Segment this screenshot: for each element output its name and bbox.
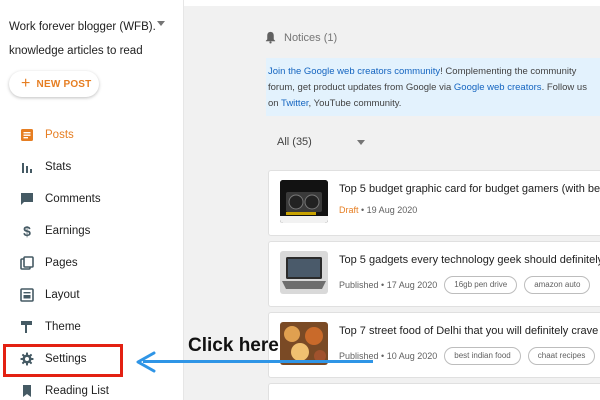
new-post-label: NEW POST [36,78,92,90]
layout-icon [20,288,34,302]
post-label-chip[interactable]: amazon auto [524,276,591,294]
post-status: Published [339,280,379,290]
comments-icon [20,192,34,206]
sidebar-item-label: Posts [45,129,74,141]
post-list-item[interactable] [268,383,600,400]
sidebar-item-posts[interactable]: Posts [0,119,184,151]
chevron-down-icon [356,139,365,145]
post-date: 19 Aug 2020 [366,205,418,215]
sidebar-item-layout[interactable]: Layout [0,279,184,311]
sidebar-item-pages[interactable]: Pages [0,247,184,279]
plus-icon: + [21,75,31,92]
google-web-creators-link[interactable]: Google web creators [454,82,542,93]
sidebar-item-stats[interactable]: Stats [0,151,184,183]
post-list-item[interactable]: Top 7 street food of Delhi that you will… [268,312,600,378]
dollar-icon: $ [23,223,31,239]
sidebar-item-earnings[interactable]: $ Earnings [0,215,184,247]
sidebar-item-label: Reading List [45,385,109,397]
top-bar [184,0,600,6]
pages-icon [20,256,34,270]
sidebar-item-label: Earnings [45,225,91,237]
click-here-annotation: Click here [188,335,279,356]
posts-icon [20,128,34,142]
sidebar-item-label: Theme [45,321,81,333]
post-meta: Published • 10 Aug 2020 best indian food… [339,347,596,365]
meta-separator: • [378,280,387,290]
community-link[interactable]: Join the Google web creators community [268,66,440,77]
notices-header[interactable]: Notices (1) [264,31,337,44]
sidebar: Work forever blogger (WFB). knowledge ar… [0,0,184,400]
twitter-link[interactable]: Twitter [281,98,308,109]
sidebar-item-reading-list[interactable]: Reading List [0,375,184,400]
pointer-arrow [143,360,373,363]
arrow-head-icon [136,351,156,373]
post-thumbnail [280,322,328,365]
post-thumbnail [280,251,328,294]
sidebar-item-theme[interactable]: Theme [0,311,184,343]
post-title[interactable]: Top 5 budget graphic card for budget gam… [339,183,600,195]
bookmark-icon [20,384,34,398]
filter-label: All (35) [277,136,312,148]
post-meta: Published • 17 Aug 2020 16gb pen drive a… [339,276,591,294]
sidebar-item-label: Pages [45,257,78,269]
notice-banner: Join the Google web creators community! … [266,58,600,116]
blog-switch-dropdown-icon[interactable] [157,21,165,26]
theme-icon [20,320,34,334]
blog-title[interactable]: Work forever blogger (WFB). knowledge ar… [9,15,174,63]
post-list-item[interactable]: Top 5 gadgets every technology geek shou… [268,241,600,307]
new-post-button[interactable]: + NEW POST [9,71,99,97]
post-title[interactable]: Top 7 street food of Delhi that you will… [339,325,598,337]
notices-label: Notices (1) [284,31,338,44]
meta-separator: • [358,205,367,215]
bell-icon [265,31,276,44]
sidebar-item-label: Comments [45,193,101,205]
post-thumbnail [280,180,328,223]
meta-separator: • [378,351,387,361]
post-list-item[interactable]: Top 5 budget graphic card for budget gam… [268,170,600,236]
post-label-chip[interactable]: 16gb pen drive [444,276,518,294]
post-title[interactable]: Top 5 gadgets every technology geek shou… [339,254,600,266]
sidebar-item-comments[interactable]: Comments [0,183,184,215]
post-label-chip[interactable]: best indian food [444,347,521,365]
stats-icon [20,160,34,174]
sidebar-item-label: Layout [45,289,80,301]
post-meta: Draft • 19 Aug 2020 [339,205,417,215]
banner-text: , YouTube community. [308,98,402,109]
post-label-chip[interactable]: chaat recipes [527,347,596,365]
sidebar-item-label: Stats [45,161,72,173]
settings-highlight-box [3,344,123,377]
post-status: Draft [339,205,359,215]
post-date: 10 Aug 2020 [386,351,438,361]
post-filter-dropdown[interactable]: All (35) [277,136,365,148]
post-date: 17 Aug 2020 [386,280,438,290]
